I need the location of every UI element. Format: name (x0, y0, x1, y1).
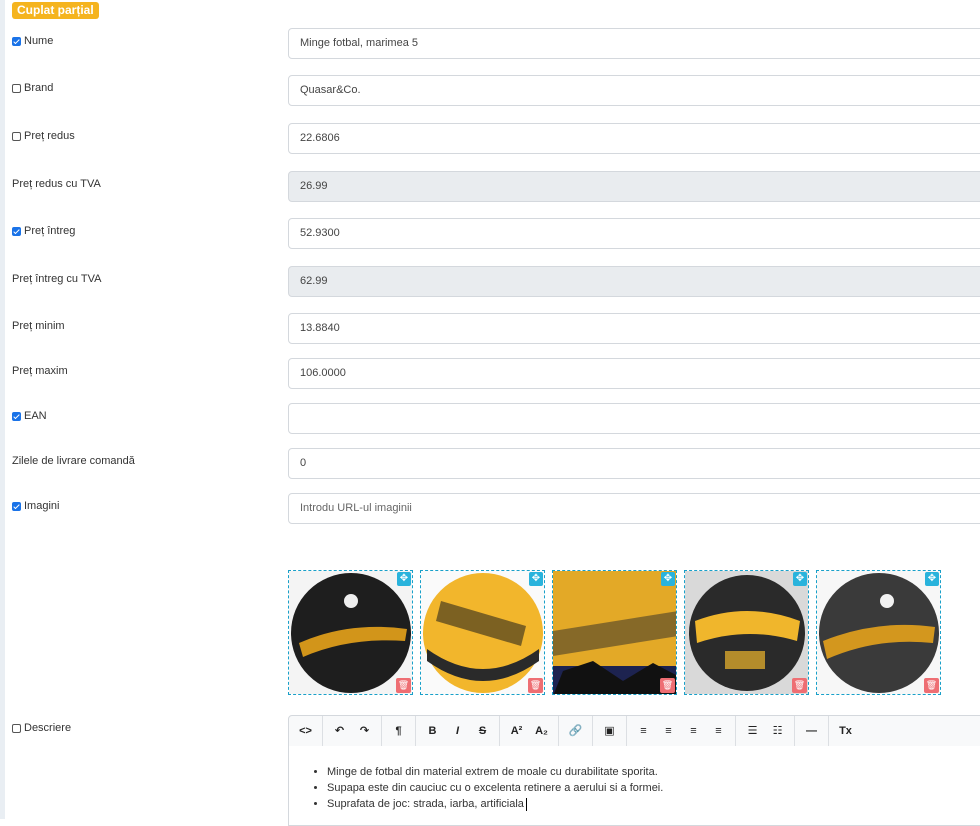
pret-intreg-label[interactable]: Preț întreg (12, 225, 75, 237)
brand-checkbox[interactable] (12, 83, 21, 93)
left-edge-bar (0, 0, 5, 819)
justify-icon[interactable]: ≡ (706, 720, 731, 742)
redo-icon[interactable]: ↷ (352, 720, 377, 742)
brand-label[interactable]: Brand (12, 82, 53, 94)
image-url-input[interactable]: Introdu URL-ul imaginii (288, 493, 980, 524)
italic-icon[interactable]: I (445, 720, 470, 742)
toolbar-group-paragraph: ¶ (382, 716, 416, 746)
ean-checkbox[interactable] (12, 411, 21, 421)
toolbar-group-lists: ☰ ☷ (736, 716, 795, 746)
image-icon[interactable]: ▣ (597, 720, 622, 742)
nume-checkbox[interactable] (12, 36, 21, 46)
clear-format-icon[interactable]: Tx (833, 720, 858, 742)
descriere-label-text: Descriere (24, 722, 72, 734)
list-item: Supapa este din cauciuc cu o excelenta r… (327, 780, 980, 796)
toolbar-group-format: B I S (416, 716, 500, 746)
imagini-checkbox[interactable] (12, 501, 21, 511)
list-item: Minge de fotbal din material extrem de m… (327, 764, 980, 780)
imagini-label[interactable]: Imagini (12, 500, 59, 512)
description-editor[interactable]: Minge de fotbal din material extrem de m… (288, 746, 980, 826)
description-list: Minge de fotbal din material extrem de m… (327, 764, 980, 812)
ball-image (421, 571, 544, 694)
image-thumb-1[interactable]: ✥ 🗑 (288, 570, 413, 695)
list-item: Suprafata de joc: strada, iarba, artific… (327, 796, 980, 812)
image-thumb-2[interactable]: ✥ 🗑 (420, 570, 545, 695)
ball-image (685, 571, 808, 694)
pret-intreg-tva-input: 62.99 (288, 266, 980, 297)
ean-label-text: EAN (24, 410, 47, 422)
image-thumb-4[interactable]: ✥ 🗑 (684, 570, 809, 695)
pret-maxim-label: Preț maxim (12, 365, 68, 377)
toolbar-group-align: ≡ ≡ ≡ ≡ (627, 716, 736, 746)
editor-toolbar: <> ↶ ↷ ¶ B I S A² A₂ 🔗 ▣ ≡ ≡ ≡ ≡ ☰ ☷ — T… (288, 715, 980, 747)
bullet-list-icon[interactable]: ☰ (740, 720, 765, 742)
horizontal-rule-icon[interactable]: — (799, 720, 824, 742)
toolbar-group-history: ↶ ↷ (323, 716, 382, 746)
imagini-label-text: Imagini (24, 500, 60, 512)
paragraph-icon[interactable]: ¶ (386, 720, 411, 742)
code-view-icon[interactable]: <> (293, 720, 318, 742)
numbered-list-icon[interactable]: ☷ (765, 720, 790, 742)
image-thumb-5[interactable]: ✥ 🗑 (816, 570, 941, 695)
pret-redus-label-text: Preț redus (24, 130, 75, 142)
nume-input[interactable]: Minge fotbal, marimea 5 (288, 28, 980, 59)
pret-intreg-input[interactable]: 52.9300 (288, 218, 980, 249)
trash-icon[interactable]: 🗑 (396, 678, 411, 693)
align-right-icon[interactable]: ≡ (681, 720, 706, 742)
subscript-icon[interactable]: A₂ (529, 720, 554, 742)
pret-minim-label: Preț minim (12, 320, 65, 332)
pret-maxim-input[interactable]: 106.0000 (288, 358, 980, 389)
pret-intreg-checkbox[interactable] (12, 226, 21, 236)
toolbar-group-image: ▣ (593, 716, 627, 746)
toolbar-group-hr: — (795, 716, 829, 746)
align-left-icon[interactable]: ≡ (631, 720, 656, 742)
descriere-label[interactable]: Descriere (12, 722, 71, 734)
trash-icon[interactable]: 🗑 (528, 678, 543, 693)
link-icon[interactable]: 🔗 (563, 720, 588, 742)
pret-redus-label[interactable]: Preț redus (12, 130, 75, 142)
align-center-icon[interactable]: ≡ (656, 720, 681, 742)
pret-intreg-label-text: Preț întreg (24, 225, 76, 237)
bold-icon[interactable]: B (420, 720, 445, 742)
toolbar-group-code: <> (289, 716, 323, 746)
brand-label-text: Brand (24, 82, 54, 94)
pret-redus-tva-label: Preț redus cu TVA (12, 178, 101, 190)
pret-intreg-tva-label: Preț întreg cu TVA (12, 273, 102, 285)
nume-label[interactable]: Nume (12, 35, 53, 47)
trash-icon[interactable]: 🗑 (660, 678, 675, 693)
list-item-text: Suprafata de joc: strada, iarba, artific… (327, 798, 524, 810)
descriere-checkbox[interactable] (12, 723, 21, 733)
strikethrough-icon[interactable]: S (470, 720, 495, 742)
nume-label-text: Nume (24, 35, 54, 47)
ball-image (817, 571, 940, 694)
move-icon[interactable]: ✥ (925, 572, 939, 586)
ball-image (553, 571, 676, 694)
move-icon[interactable]: ✥ (661, 572, 675, 586)
image-thumb-3[interactable]: ✥ 🗑 (552, 570, 677, 695)
move-icon[interactable]: ✥ (793, 572, 807, 586)
zile-livrare-input[interactable]: 0 (288, 448, 980, 479)
toolbar-group-clear: Tx (829, 716, 862, 746)
toolbar-group-script: A² A₂ (500, 716, 559, 746)
match-status-badge: Cuplat parțial (12, 2, 99, 19)
undo-icon[interactable]: ↶ (327, 720, 352, 742)
ean-input[interactable] (288, 403, 980, 434)
brand-input[interactable]: Quasar&Co. (288, 75, 980, 106)
pret-minim-input[interactable]: 13.8840 (288, 313, 980, 344)
move-icon[interactable]: ✥ (529, 572, 543, 586)
pret-redus-checkbox[interactable] (12, 131, 21, 141)
zile-livrare-label: Zilele de livrare comandă (12, 455, 135, 467)
trash-icon[interactable]: 🗑 (924, 678, 939, 693)
ean-label[interactable]: EAN (12, 410, 47, 422)
superscript-icon[interactable]: A² (504, 720, 529, 742)
toolbar-group-link: 🔗 (559, 716, 593, 746)
text-caret (525, 797, 527, 811)
trash-icon[interactable]: 🗑 (792, 678, 807, 693)
pret-redus-input[interactable]: 22.6806 (288, 123, 980, 154)
ball-image (289, 571, 412, 694)
move-icon[interactable]: ✥ (397, 572, 411, 586)
pret-redus-tva-input: 26.99 (288, 171, 980, 202)
